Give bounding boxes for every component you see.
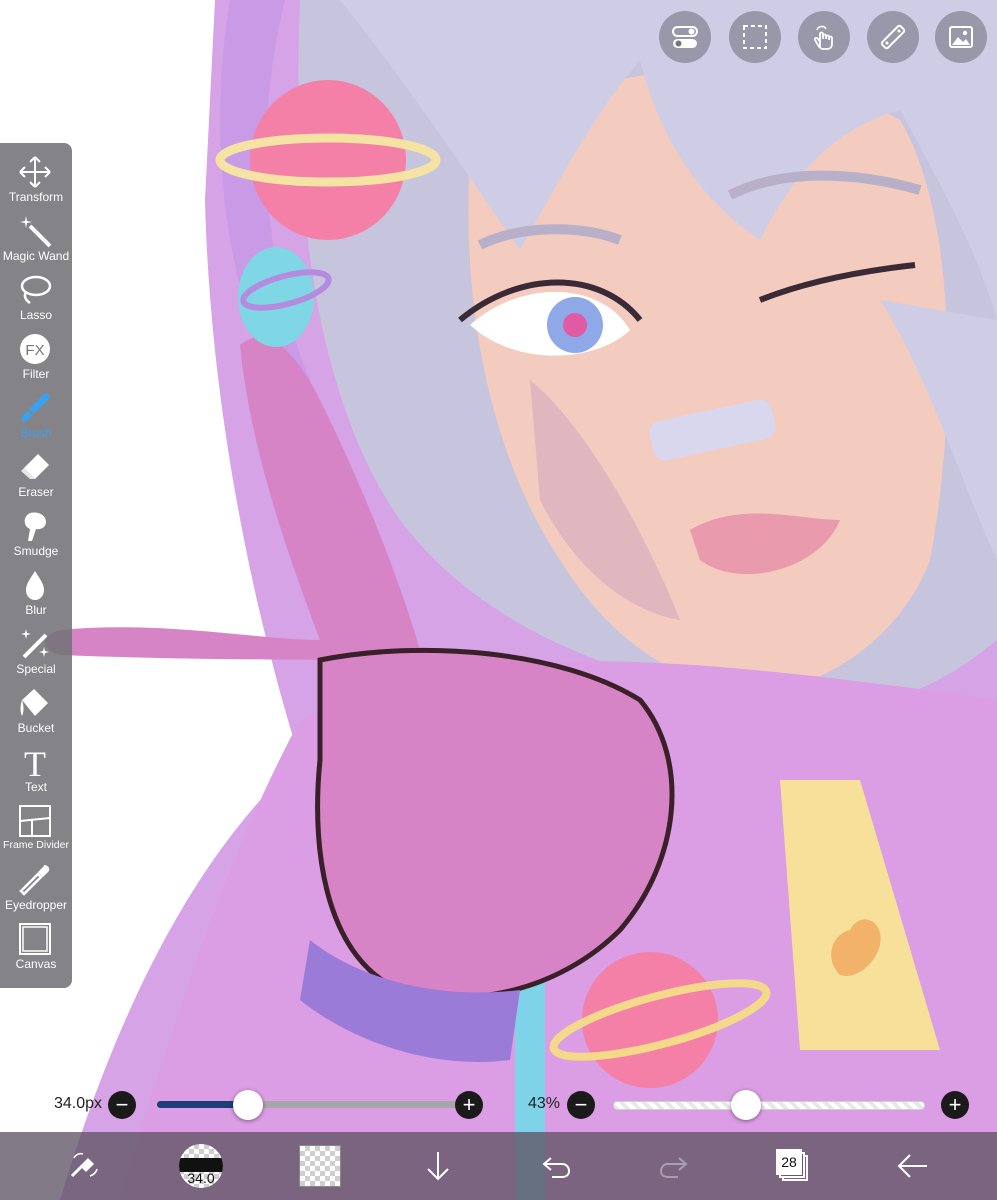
tool-canvas[interactable]: Canvas [0, 918, 72, 977]
hand-gesture-button[interactable] [798, 11, 850, 63]
selection-button[interactable] [729, 11, 781, 63]
brush-size-button[interactable]: 34.0 [175, 1140, 227, 1192]
text-icon: T [24, 745, 46, 779]
tool-label: Frame Divider [3, 839, 69, 851]
import-down-button[interactable] [412, 1140, 464, 1192]
tool-label: Magic Wand [2, 249, 70, 263]
tool-panel: Transform Magic Wand Lasso FX Filter Bru… [0, 143, 72, 988]
opacity-decrease-button[interactable]: − [567, 1091, 595, 1119]
material-button[interactable] [935, 11, 987, 63]
blur-drop-icon [26, 571, 44, 600]
layers-icon: 28 [776, 1149, 810, 1183]
tool-magic-wand[interactable]: Magic Wand [0, 210, 72, 269]
layers-button[interactable]: 28 [767, 1140, 819, 1192]
opacity-increase-button[interactable]: + [941, 1091, 969, 1119]
hand-gesture-icon [813, 25, 833, 50]
tool-special[interactable]: Special [0, 623, 72, 682]
selection-icon [743, 25, 767, 49]
bottom-toolbar [0, 1132, 997, 1200]
artwork-canvas[interactable] [0, 0, 997, 1200]
lasso-icon [20, 275, 52, 305]
opacity-knob[interactable] [731, 1090, 761, 1120]
fx-glyph: FX [25, 342, 44, 359]
frame-divider-icon [19, 805, 51, 837]
undo-icon [542, 1157, 571, 1178]
back-arrow-icon [897, 1154, 927, 1178]
tool-lasso[interactable]: Lasso [0, 269, 72, 328]
tool-smudge[interactable]: Smudge [0, 505, 72, 564]
tool-label: Text [24, 780, 47, 794]
tool-frame-divider[interactable]: Frame Divider [0, 800, 72, 859]
current-color-swatch [299, 1145, 341, 1187]
smudge-icon [24, 512, 46, 541]
tool-label: Eraser [18, 485, 54, 499]
tool-text[interactable]: T Text [0, 741, 72, 800]
swap-brush-eraser-icon [70, 1152, 98, 1178]
ruler-icon [880, 24, 906, 50]
eraser-icon [21, 454, 49, 479]
tool-label: Transform [8, 190, 64, 204]
material-icon [949, 26, 973, 48]
tool-label: Eyedropper [4, 898, 68, 912]
tool-label: Canvas [15, 957, 57, 971]
tool-eraser[interactable]: Eraser [0, 446, 72, 505]
size-increase-button[interactable]: + [455, 1091, 483, 1119]
tool-brush[interactable]: Brush [0, 387, 72, 446]
ruler-button[interactable] [867, 11, 919, 63]
opacity-slider[interactable] [613, 1101, 925, 1110]
fx-icon: FX [20, 334, 50, 364]
redo-icon [659, 1157, 688, 1178]
eyedropper-icon [19, 865, 50, 896]
transform-icon [19, 156, 51, 188]
tool-label: Brush [20, 426, 52, 440]
tool-label: Blur [25, 603, 47, 617]
brush-size-badge: 34.0 [187, 1170, 215, 1186]
toggle-button[interactable] [659, 11, 711, 63]
text-glyph: T [24, 745, 46, 779]
bucket-icon [20, 689, 48, 716]
tool-label: Bucket [17, 721, 55, 735]
size-decrease-button[interactable]: − [108, 1091, 136, 1119]
quick-menu-button[interactable] [58, 1140, 110, 1192]
brush-size-value: 34.0px [53, 1095, 102, 1112]
brush-icon [21, 393, 50, 422]
tool-label: Smudge [13, 544, 59, 558]
redo-button[interactable] [648, 1140, 700, 1192]
opacity-value: 43% [527, 1095, 560, 1112]
tool-label: Lasso [19, 308, 53, 322]
tool-label: Special [16, 662, 56, 676]
magic-wand-icon [20, 216, 52, 248]
back-button[interactable] [886, 1140, 938, 1192]
toggle-icon [672, 26, 698, 48]
undo-button[interactable] [530, 1140, 582, 1192]
layer-count: 28 [776, 1149, 802, 1175]
brush-size-slider[interactable] [157, 1101, 457, 1108]
brush-size-knob[interactable] [233, 1090, 263, 1120]
color-button[interactable] [294, 1140, 346, 1192]
down-arrow-icon [427, 1152, 449, 1181]
tool-label: Filter [22, 367, 50, 381]
tool-bucket[interactable]: Bucket [0, 682, 72, 741]
tool-transform[interactable]: Transform [0, 151, 72, 210]
tool-eyedropper[interactable]: Eyedropper [0, 859, 72, 918]
tool-blur[interactable]: Blur [0, 564, 72, 623]
special-icon [21, 629, 49, 659]
tool-filter[interactable]: FX Filter [0, 328, 72, 387]
canvas-icon [19, 923, 51, 955]
brush-preview-icon: 34.0 [179, 1144, 223, 1188]
